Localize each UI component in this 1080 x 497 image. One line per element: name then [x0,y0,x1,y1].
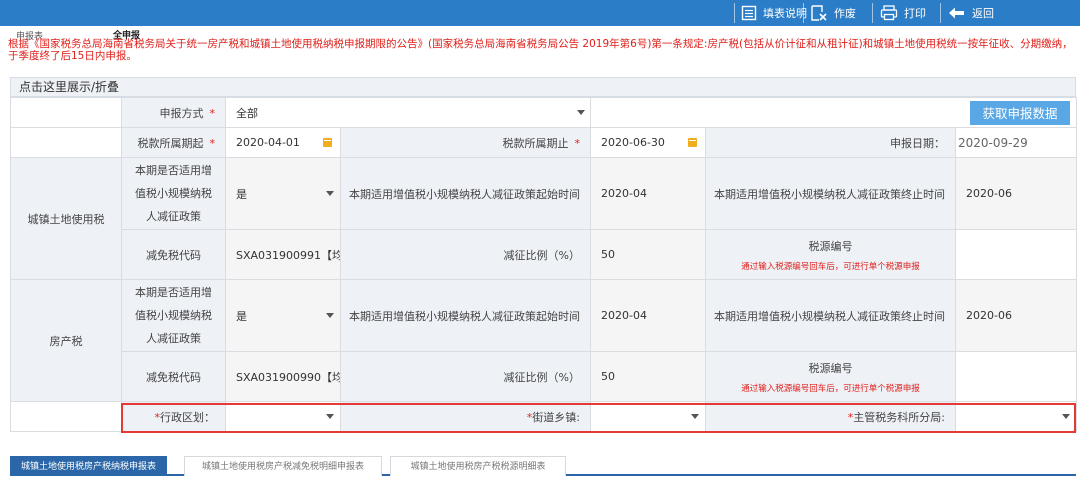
property-policy-end-value: 2020-06 [954,279,1078,352]
chevron-down-icon [326,313,334,318]
property-relief-code-value: SXA031900990【均 [225,351,341,402]
land-small-scale-label: 本期是否适用增 值税小规模纳税 人减征政策 [121,157,226,230]
property-source-no-label: 税源编号 通过输入税源编号回车后，可进行单个税源申报 [705,351,956,402]
declare-mode-select[interactable]: 全部 [225,97,591,128]
land-relief-ratio-value: 50 [590,229,706,280]
property-source-no-hint: 通过输入税源编号回车后，可进行单个税源申报 [741,383,920,394]
back-button[interactable]: 返回 [948,0,994,26]
void-button[interactable]: 作废 [810,0,856,26]
printer-icon [880,5,898,21]
land-source-no-input[interactable] [954,229,1078,280]
street-select[interactable] [590,401,706,432]
back-arrow-icon [949,7,964,19]
tab-relief-detail[interactable]: 城镇土地使用税房产税减免税明细申报表 [184,456,382,476]
toolbar-separator [803,3,804,23]
period-start-value: 2020-04-01 [236,136,300,149]
void-label: 作废 [834,7,856,20]
property-relief-ratio-value: 50 [590,351,706,402]
admin-region-select[interactable] [225,401,341,432]
property-tax-section-label: 房产税 [10,279,122,402]
property-source-no-input[interactable] [954,351,1078,402]
fill-guide-button[interactable]: 填表说明 [741,0,807,26]
toolbar-separator [940,3,941,23]
land-relief-ratio-label: 减征比例（%） [340,229,591,280]
property-policy-end-label: 本期适用增值税小规模纳税人减征政策终止时间 [705,279,956,352]
property-relief-ratio-label: 减征比例（%） [340,351,591,402]
property-relief-code-label: 减免税代码 [121,351,226,402]
tax-office-select[interactable] [954,401,1078,432]
back-label: 返回 [972,7,994,20]
chevron-down-icon [691,414,699,419]
tax-office-label: *主管税务科所分局: [705,401,956,432]
chevron-down-icon [1062,414,1071,419]
chevron-down-icon [326,191,334,196]
calendar-icon[interactable] [688,138,697,147]
print-button[interactable]: 打印 [880,0,926,26]
document-icon [741,5,757,21]
period-end-value: 2020-06-30 [601,136,665,149]
land-policy-start-value: 2020-04 [590,157,706,230]
form-tabs: 城镇土地使用税房产税纳税申报表 城镇土地使用税房产税减免税明细申报表 城镇土地使… [10,456,1076,476]
tab-source-detail[interactable]: 城镇土地使用税房产税税源明细表 [390,456,566,476]
property-small-scale-value: 是 [236,309,247,323]
declare-date-label: 申报日期： [705,127,956,158]
toolbar-separator [734,3,735,23]
period-start-input[interactable]: 2020-04-01 [225,127,341,158]
land-policy-end-value: 2020-06 [954,157,1078,230]
fetch-declare-data-button[interactable]: 获取申报数据 [970,100,1071,125]
land-source-no-label: 税源编号 通过输入税源编号回车后，可进行单个税源申报 [705,229,956,280]
land-policy-end-label: 本期适用增值税小规模纳税人减征政策终止时间 [705,157,956,230]
chevron-down-icon [326,414,334,419]
fetch-cell: 获取申报数据 [589,97,1078,128]
declare-date-value: 2020-09-29 [954,127,1078,158]
land-relief-code-value: SXA031900991【均 [225,229,341,280]
empty-cell [10,401,122,432]
empty-cell [10,127,122,158]
collapse-toggle[interactable]: 点击这里展示/折叠 [10,77,1076,97]
land-small-scale-value: 是 [236,187,247,201]
notice-text: 根据《国家税务总局海南省税务局关于统一房产税和城镇土地使用税纳税申报期限的公告》… [8,38,1073,62]
chevron-down-icon [577,110,585,115]
land-source-no-hint: 通过输入税源编号回车后，可进行单个税源申报 [741,261,920,272]
land-policy-start-label: 本期适用增值税小规模纳税人减征政策起始时间 [340,157,591,230]
declare-mode-value: 全部 [236,106,258,120]
print-label: 打印 [904,7,926,20]
tab-tax-declaration[interactable]: 城镇土地使用税房产税纳税申报表 [10,456,167,476]
calendar-icon[interactable] [323,138,332,147]
period-end-input[interactable]: 2020-06-30 [590,127,706,158]
declare-mode-label: 申报方式 * [121,97,226,128]
top-toolbar: 填表说明 作废 打印 返回 [0,0,1080,26]
property-policy-start-label: 本期适用增值税小规模纳税人减征政策起始时间 [340,279,591,352]
period-end-label: 税款所属期止 * [340,127,591,158]
property-small-scale-select[interactable]: 是 [225,279,341,352]
property-policy-start-value: 2020-04 [590,279,706,352]
toolbar-separator [872,3,873,23]
declaration-form: 申报方式 * 全部 获取申报数据 税款所属期起 * 2020-04-01 税款所属期… [10,97,1078,432]
void-icon [811,5,827,21]
period-start-label: 税款所属期起 * [121,127,226,158]
street-label: *街道乡镇: [340,401,591,432]
empty-cell [10,97,122,128]
land-tax-section-label: 城镇土地使用税 [10,157,122,280]
property-small-scale-label: 本期是否适用增 值税小规模纳税 人减征政策 [121,279,226,352]
land-small-scale-select[interactable]: 是 [225,157,341,230]
admin-region-label: *行政区划： [121,401,226,432]
fill-guide-label: 填表说明 [763,7,807,20]
land-relief-code-label: 减免税代码 [121,229,226,280]
